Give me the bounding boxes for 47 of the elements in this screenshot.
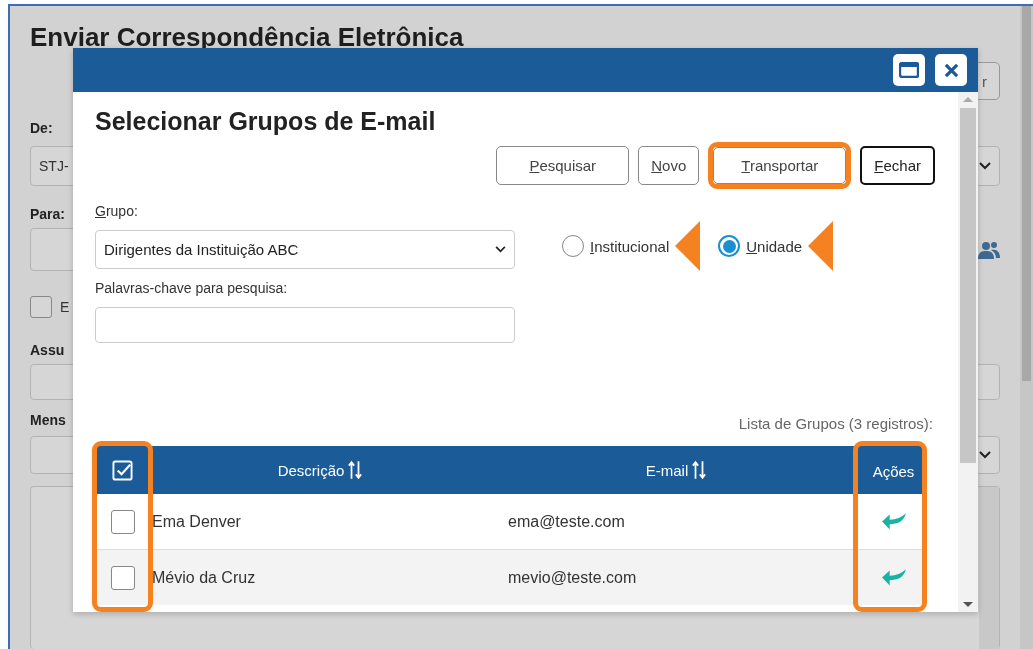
checkbox-label: E: [60, 299, 70, 315]
people-icon[interactable]: [978, 240, 1000, 259]
list-caption: Lista de Grupos (3 registros):: [737, 415, 933, 434]
chevron-down-icon: [495, 246, 506, 253]
chevron-down-icon: [979, 451, 991, 459]
table-cell: ema@teste.com: [508, 512, 625, 530]
action-button[interactable]: Transportar: [713, 147, 847, 184]
scrollbar[interactable]: [958, 92, 978, 612]
sort-arrows-icon[interactable]: [348, 460, 363, 480]
field-label: Grupo:: [95, 203, 139, 221]
sort-arrows-icon[interactable]: [692, 460, 707, 480]
table-cell: mevio@teste.com: [508, 568, 637, 586]
checkbox[interactable]: [30, 296, 52, 318]
radio-button[interactable]: [718, 235, 741, 257]
page-title: Enviar Correspondência Eletrônica: [30, 22, 465, 52]
table-cell: Mévio da Cruz: [152, 568, 256, 586]
field-label: De:: [30, 120, 53, 138]
field-label: Para:: [30, 206, 66, 224]
group-select[interactable]: Dirigentes da Instituição ABC: [95, 230, 515, 269]
column-header[interactable]: Ações: [862, 446, 925, 494]
close-icon: [943, 62, 959, 78]
scroll-down-icon[interactable]: [963, 602, 973, 608]
reply-arrow-icon[interactable]: [880, 511, 907, 532]
row-checkbox[interactable]: [110, 565, 135, 590]
dialog-heading: Selecionar Grupos de E-mail: [95, 106, 437, 136]
radio-label[interactable]: Unidade: [746, 237, 803, 255]
scroll-up-icon[interactable]: [963, 96, 973, 102]
action-button[interactable]: Fechar: [860, 146, 935, 185]
action-button[interactable]: Pesquisar: [496, 146, 630, 185]
close-button[interactable]: [935, 54, 967, 86]
field-label: Palavras-chave para pesquisa:: [95, 280, 289, 298]
field-label: Mens: [30, 412, 66, 430]
action-button[interactable]: Novo: [638, 146, 700, 185]
column-header[interactable]: Descrição: [150, 446, 490, 494]
field-label: Assu: [30, 342, 65, 360]
reply-arrow-icon[interactable]: [880, 567, 907, 588]
table-cell: Ema Denver: [152, 512, 241, 530]
keywords-field[interactable]: [95, 307, 515, 343]
checkbox-check-icon[interactable]: [112, 459, 133, 481]
radio-label[interactable]: Institucional: [590, 237, 670, 255]
maximize-button[interactable]: [893, 54, 925, 86]
page-scrollbar[interactable]: [1020, 6, 1033, 649]
chevron-down-icon: [979, 162, 991, 170]
column-header[interactable]: E-mail: [490, 446, 862, 494]
scrollbar[interactable]: [979, 487, 999, 649]
row-checkbox[interactable]: [110, 509, 135, 534]
maximize-icon: [899, 62, 919, 78]
